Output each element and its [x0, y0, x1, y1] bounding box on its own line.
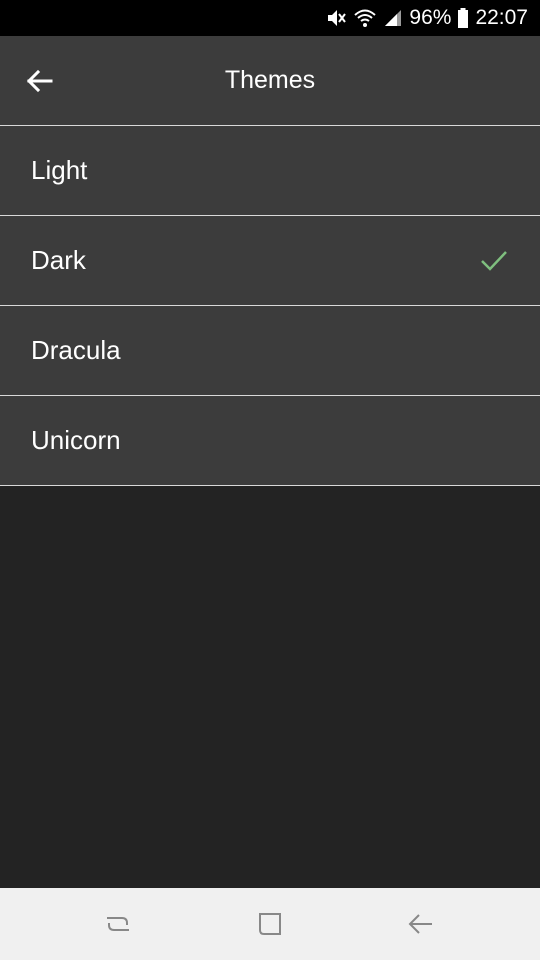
theme-label: Dracula — [31, 335, 121, 365]
signal-icon — [383, 8, 403, 28]
back-nav-button[interactable] — [400, 906, 440, 942]
page-title: Themes — [224, 66, 316, 94]
theme-label: Unicorn — [31, 425, 121, 455]
theme-item-dracula[interactable]: Dracula — [0, 305, 540, 395]
theme-label: Dark — [31, 245, 86, 275]
status-icons: 96% 22:07 — [325, 0, 528, 36]
theme-item-dark[interactable]: Dark — [0, 215, 540, 305]
check-icon — [481, 251, 507, 271]
navigation-bar — [0, 888, 540, 960]
toolbar: Themes — [0, 36, 540, 125]
battery-percent: 96% — [409, 6, 452, 29]
clock: 22:07 — [475, 6, 528, 29]
theme-list: Light Dark Dracula Unicorn — [0, 125, 540, 486]
recent-apps-button[interactable] — [98, 906, 138, 942]
recent-apps-icon — [107, 917, 129, 931]
mute-icon — [325, 7, 347, 29]
back-icon — [408, 914, 432, 934]
home-icon — [259, 913, 281, 935]
status-bar: 96% 22:07 — [0, 0, 540, 36]
wifi-icon — [353, 7, 377, 29]
theme-item-unicorn[interactable]: Unicorn — [0, 395, 540, 486]
home-button[interactable] — [250, 906, 290, 942]
theme-label: Light — [31, 155, 88, 185]
battery-icon — [457, 7, 469, 29]
theme-item-light[interactable]: Light — [0, 125, 540, 215]
